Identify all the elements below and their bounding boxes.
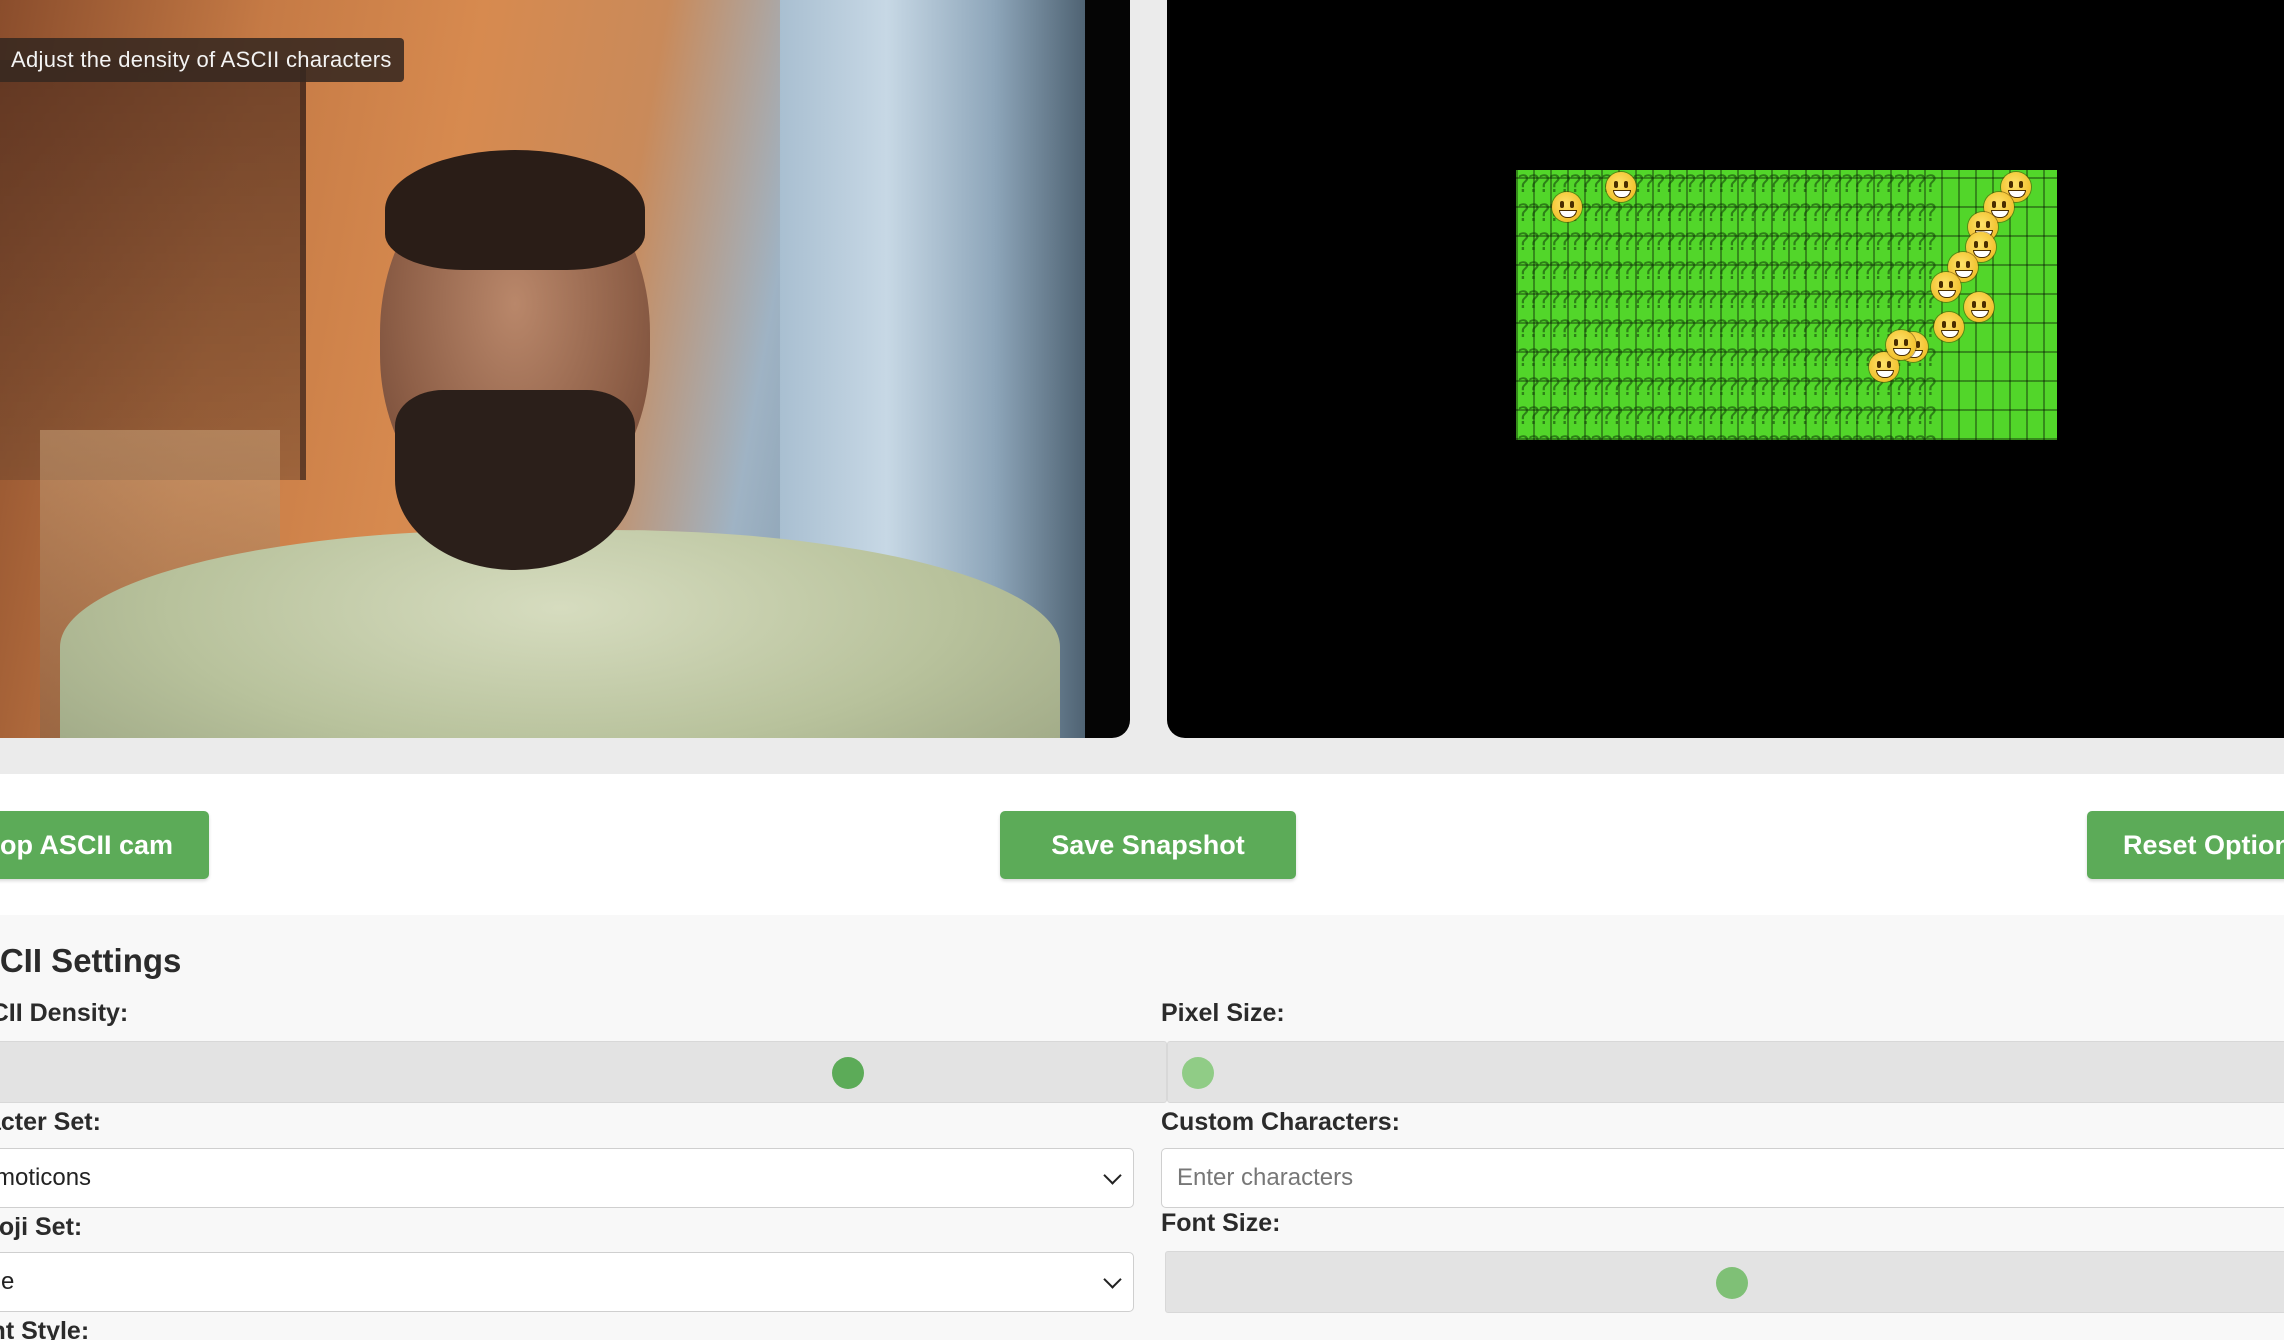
character-set-select[interactable]: Emoticons: [0, 1148, 1134, 1208]
video-area: Adjust the density of ASCII characters ?…: [0, 0, 2284, 774]
chevron-down-icon: [1103, 1166, 1122, 1185]
custom-characters-placeholder: Enter characters: [1177, 1164, 1354, 1191]
font-style-label: Font Style:: [0, 1317, 90, 1340]
webcam-feed: [0, 0, 1085, 738]
settings-title: ASCII Settings: [0, 942, 182, 979]
ascii-density-thumb[interactable]: [831, 1057, 864, 1089]
smiley-emoji-icon: [1931, 272, 1961, 302]
save-snapshot-button[interactable]: Save Snapshot: [1000, 811, 1296, 879]
emoji-set-select[interactable]: None: [0, 1252, 1134, 1312]
smiley-emoji-icon: [1886, 330, 1916, 360]
font-size-slider[interactable]: [1165, 1251, 2284, 1313]
smiley-emoji-icon: [1606, 172, 1636, 202]
ascii-density-slider[interactable]: [0, 1041, 1167, 1103]
smiley-emoji-icon: [1964, 292, 1994, 322]
custom-characters-label: Custom Characters:: [1161, 1108, 1400, 1136]
ascii-output-panel: ????????????????????????????????????????…: [1167, 0, 2284, 738]
background-shelf: [0, 60, 306, 480]
pixel-size-slider[interactable]: [1167, 1041, 2284, 1103]
person-beard: [395, 390, 635, 570]
stop-ascii-cam-button[interactable]: Stop ASCII cam: [0, 811, 209, 879]
font-size-label: Font Size:: [1161, 1209, 1281, 1237]
pixel-size-thumb[interactable]: [1182, 1057, 1214, 1089]
character-set-value: Emoticons: [0, 1164, 92, 1191]
emoji-set-value: None: [0, 1268, 15, 1295]
density-tooltip: Adjust the density of ASCII characters: [0, 38, 404, 82]
pixel-size-label: Pixel Size:: [1161, 999, 1285, 1027]
chevron-down-icon: [1103, 1270, 1122, 1289]
reset-options-button[interactable]: Reset Options: [2087, 811, 2284, 879]
custom-characters-input[interactable]: Enter characters: [1161, 1148, 2284, 1208]
character-set-label: Character Set:: [0, 1108, 101, 1136]
font-size-thumb[interactable]: [1716, 1267, 1748, 1299]
smiley-emoji-icon: [1934, 312, 1964, 342]
ascii-render: ????????????????????????????????????????…: [1516, 170, 2057, 440]
webcam-panel: Adjust the density of ASCII characters: [0, 0, 1130, 738]
person-hair: [385, 150, 645, 270]
ascii-density-label: ASCII Density:: [0, 999, 129, 1027]
ascii-cam-app: Adjust the density of ASCII characters ?…: [0, 0, 2284, 1340]
smiley-emoji-icon: [1552, 192, 1582, 222]
emoji-set-label: Emoji Set:: [0, 1213, 83, 1241]
